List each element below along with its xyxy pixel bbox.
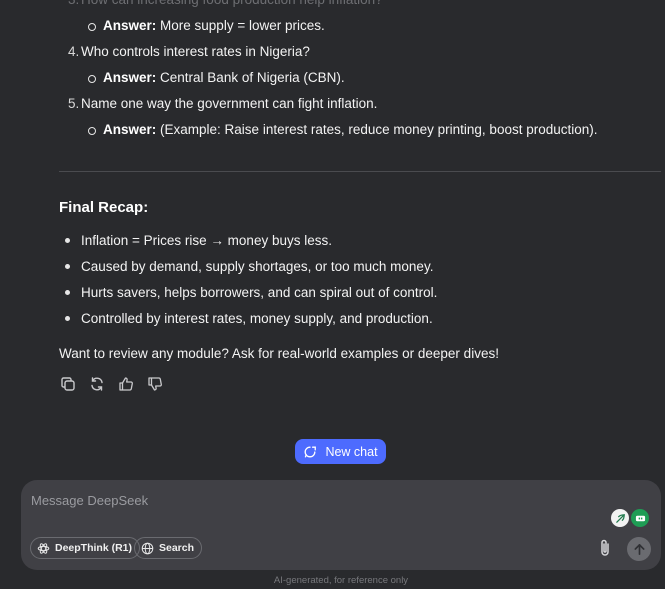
disclaimer-text: AI-generated, for reference only xyxy=(273,575,409,586)
answer-text: More supply = lower prices. xyxy=(160,18,325,33)
question-text: Who controls interest rates in Nigeria? xyxy=(81,44,310,59)
item-number: 5. xyxy=(68,96,80,111)
followup-text: Want to review any module? Ask for real-… xyxy=(59,346,499,361)
answer-label: Answer: xyxy=(103,18,157,33)
chat-page: 3. How can increasing food production he… xyxy=(0,0,665,589)
regenerate-icon[interactable] xyxy=(88,375,106,393)
message-actions xyxy=(59,375,164,393)
answer-line: Answer: Central Bank of Nigeria (CBN). xyxy=(59,69,659,87)
new-chat-button[interactable]: New chat xyxy=(295,439,386,464)
list-item: Controlled by interest rates, money supp… xyxy=(59,310,437,336)
attach-icon[interactable] xyxy=(597,538,615,558)
new-chat-icon xyxy=(305,446,317,457)
answer-text: (Example: Raise interest rates, reduce m… xyxy=(160,122,598,137)
section-divider xyxy=(59,171,661,172)
new-chat-label: New chat xyxy=(325,444,378,459)
search-label: Search xyxy=(159,542,195,554)
answer-line: Answer: (Example: Raise interest rates, … xyxy=(59,121,659,139)
message-input[interactable] xyxy=(31,490,591,510)
globe-icon xyxy=(141,542,154,554)
answer-label: Answer: xyxy=(103,122,157,137)
arrow-up-icon xyxy=(633,543,645,555)
deepthink-label: DeepThink (R1) xyxy=(55,542,133,554)
copy-icon[interactable] xyxy=(59,375,77,393)
deepthink-toggle[interactable]: DeepThink (R1) xyxy=(30,537,141,559)
thumbs-up-icon[interactable] xyxy=(117,375,135,393)
extension-badges xyxy=(611,509,649,527)
answer-text: Central Bank of Nigeria (CBN). xyxy=(160,70,345,85)
question-text: How can increasing food production help … xyxy=(81,0,659,9)
quiz-item: 4. Who controls interest rates in Nigeri… xyxy=(59,43,659,61)
item-number: 3. xyxy=(68,0,79,9)
extension-leaf-icon[interactable] xyxy=(611,509,629,527)
extension-grammar-icon[interactable] xyxy=(631,509,649,527)
item-number: 4. xyxy=(68,44,80,59)
search-toggle[interactable]: Search xyxy=(134,537,203,559)
quiz-item: 3. How can increasing food production he… xyxy=(59,0,659,9)
quiz-list: 3. How can increasing food production he… xyxy=(59,0,659,139)
list-item: Inflation = Prices rise → money buys les… xyxy=(59,232,437,258)
answer-label: Answer: xyxy=(103,70,157,85)
answer-line: Answer: More supply = lower prices. xyxy=(59,17,659,35)
recap-heading: Final Recap: xyxy=(59,199,149,216)
thumbs-down-icon[interactable] xyxy=(146,375,164,393)
recap-list: Inflation = Prices rise → money buys les… xyxy=(59,232,437,336)
send-button[interactable] xyxy=(627,537,651,561)
list-item: Caused by demand, supply shortages, or t… xyxy=(59,258,437,284)
atom-icon xyxy=(37,542,50,554)
message-composer: DeepThink (R1) Search xyxy=(21,480,661,570)
quiz-item: 5. Name one way the government can fight… xyxy=(59,95,659,113)
question-text: Name one way the government can fight in… xyxy=(81,96,378,111)
list-item: Hurts savers, helps borrowers, and can s… xyxy=(59,284,437,310)
